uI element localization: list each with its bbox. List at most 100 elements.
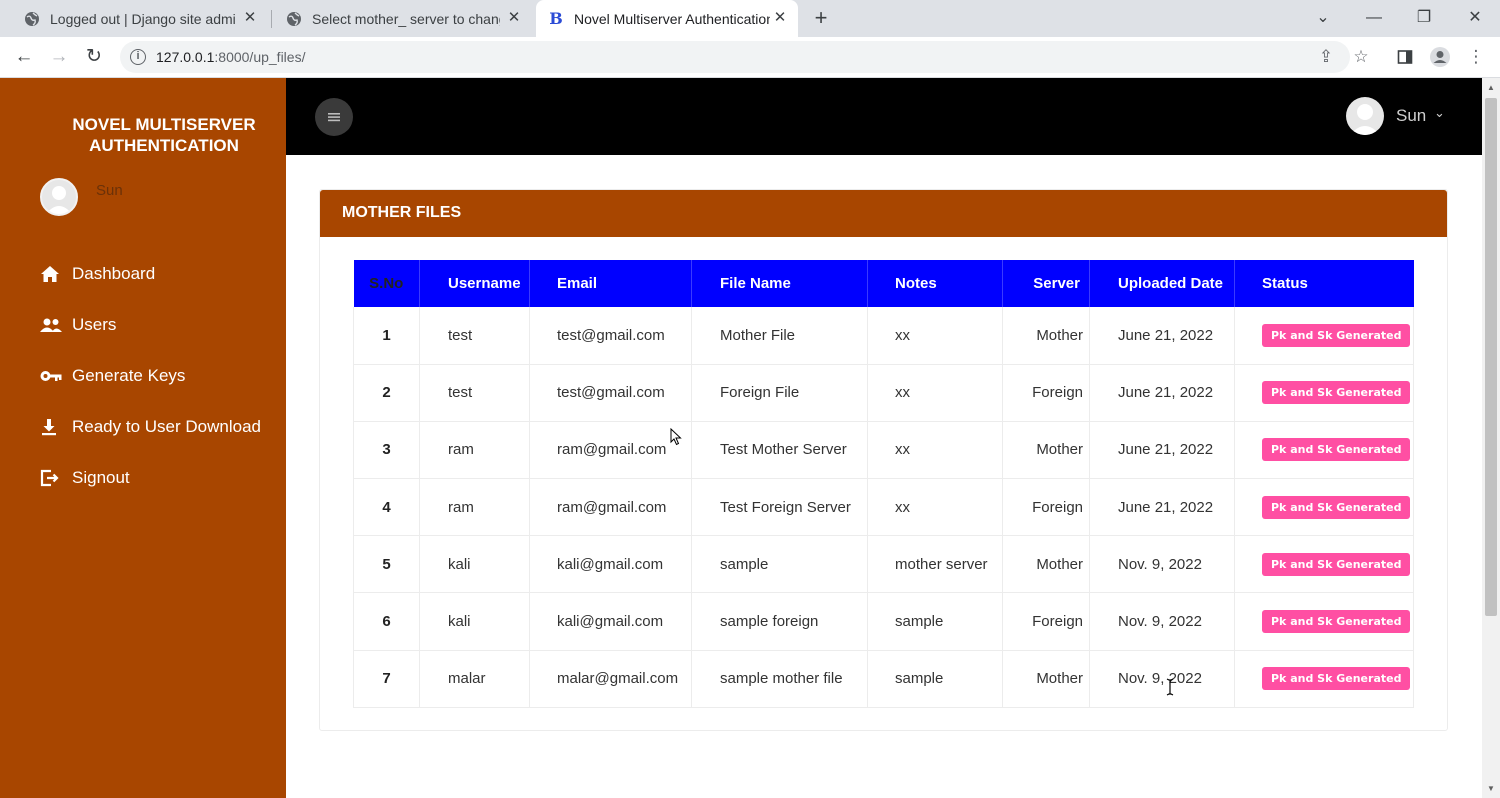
column-header: Email (529, 260, 692, 307)
cell-status: Pk and Sk Generated (1234, 478, 1414, 537)
menu-dots-icon[interactable]: ⋮ (1464, 45, 1488, 69)
close-icon[interactable]: ✕ (506, 10, 522, 26)
cell-server: Mother (1002, 650, 1090, 708)
browser-toolbar: ← → ↻ i 127.0.0.1:8000/up_files/ ⇪ ☆ ⋮ (0, 37, 1500, 78)
cell-file-name: sample mother file (691, 650, 868, 708)
scroll-thumb[interactable] (1485, 98, 1497, 616)
tab-title: Select mother_ server to change (312, 10, 500, 27)
profile-icon[interactable] (1428, 45, 1452, 69)
text-cursor-icon (1166, 678, 1174, 696)
signout-icon (40, 469, 72, 487)
cell-file-name: sample (691, 535, 868, 594)
cell-notes: xx (867, 421, 1003, 480)
header-username[interactable]: Sun (1396, 106, 1426, 126)
cell-notes: sample (867, 592, 1003, 651)
restore-icon[interactable]: ❐ (1410, 5, 1438, 31)
browser-tab[interactable]: Logged out | Django site admin ✕ (14, 0, 268, 37)
cell-uploaded-date: Nov. 9, 2022 (1089, 535, 1235, 594)
cell-sno: 6 (353, 592, 420, 651)
close-icon[interactable]: ✕ (242, 10, 258, 26)
cell-status: Pk and Sk Generated (1234, 535, 1414, 594)
forward-arrow-icon[interactable]: → (47, 45, 71, 69)
cell-username: test (419, 307, 530, 365)
cell-status: Pk and Sk Generated (1234, 307, 1414, 365)
url-text: 127.0.0.1:8000/up_files/ (156, 49, 306, 65)
cell-email: ram@gmail.com (529, 478, 692, 537)
menu-toggle-button[interactable] (315, 98, 353, 136)
close-icon[interactable]: ✕ (772, 10, 788, 26)
column-header: Username (419, 260, 530, 307)
browser-tab[interactable]: Select mother_ server to change ✕ (276, 0, 532, 37)
sidebar-item-signout[interactable]: Signout (40, 452, 286, 503)
share-icon[interactable]: ⇪ (1314, 45, 1338, 69)
cell-uploaded-date: June 21, 2022 (1089, 364, 1235, 422)
card-header: MOTHER FILES (320, 190, 1447, 237)
status-badge: Pk and Sk Generated (1262, 381, 1411, 405)
chevron-down-icon[interactable]: ⌄ (1434, 105, 1445, 121)
cell-sno: 7 (353, 650, 420, 708)
table-row: 4 ram ram@gmail.com Test Foreign Server … (353, 478, 1414, 537)
column-header: Status (1234, 260, 1414, 307)
avatar[interactable] (1346, 97, 1384, 135)
cell-sno: 3 (353, 421, 420, 480)
sidebar-item-users[interactable]: Users (40, 299, 286, 350)
sidebar-item-download[interactable]: Ready to User Download (40, 401, 286, 452)
cell-server: Mother (1002, 307, 1090, 365)
sidebar-item-label: Dashboard (72, 263, 156, 283)
cell-username: malar (419, 650, 530, 708)
table-row: 7 malar malar@gmail.com sample mother fi… (353, 650, 1414, 708)
site-info-icon[interactable]: i (130, 49, 146, 65)
cell-status: Pk and Sk Generated (1234, 592, 1414, 651)
side-panel-icon[interactable] (1393, 45, 1417, 69)
mouse-pointer-icon (670, 428, 682, 446)
cell-username: ram (419, 421, 530, 480)
tab-search-chevron-icon[interactable]: ⌄ (1309, 5, 1337, 31)
status-badge: Pk and Sk Generated (1262, 495, 1411, 519)
brand-title: NOVEL MULTISERVER AUTHENTICATION (72, 115, 256, 155)
cell-email: kali@gmail.com (529, 535, 692, 594)
cell-email: malar@gmail.com (529, 650, 692, 708)
cell-email: kali@gmail.com (529, 592, 692, 651)
page-scrollbar[interactable]: ▲ ▼ (1482, 78, 1500, 798)
reload-icon[interactable]: ↻ (82, 45, 106, 69)
column-header: S.No (353, 260, 420, 307)
sidebar: NOVEL MULTISERVER AUTHENTICATION Sun Das… (0, 78, 286, 798)
sidebar-item-label: Ready to User Download (72, 416, 261, 436)
globe-icon (24, 11, 40, 27)
page-title: MOTHER FILES (342, 204, 462, 221)
browser-tab-bar: Logged out | Django site admin ✕ Select … (0, 0, 1500, 37)
cell-uploaded-date: June 21, 2022 (1089, 307, 1235, 365)
cell-username: test (419, 364, 530, 422)
users-icon (40, 317, 72, 333)
cell-file-name: sample foreign (691, 592, 868, 651)
sidebar-item-generate-keys[interactable]: Generate Keys (40, 350, 286, 401)
sidebar-username: Sun (96, 182, 123, 199)
new-tab-button[interactable]: + (809, 6, 833, 30)
key-icon (40, 370, 72, 382)
sidebar-item-label: Signout (72, 467, 130, 487)
sidebar-item-dashboard[interactable]: Dashboard (40, 248, 286, 299)
column-header: Notes (867, 260, 1003, 307)
minimize-icon[interactable]: — (1360, 5, 1388, 31)
address-bar[interactable]: i 127.0.0.1:8000/up_files/ (120, 41, 1350, 73)
back-arrow-icon[interactable]: ← (12, 45, 36, 69)
cell-notes: xx (867, 478, 1003, 537)
scroll-down-icon[interactable]: ▼ (1487, 784, 1495, 793)
status-badge: Pk and Sk Generated (1262, 438, 1411, 462)
window-close-icon[interactable]: ✕ (1461, 5, 1489, 31)
table-row: 3 ram ram@gmail.com Test Mother Server x… (353, 421, 1414, 480)
cell-email: test@gmail.com (529, 307, 692, 365)
sidebar-item-label: Users (72, 314, 117, 334)
sidebar-item-label: Generate Keys (72, 365, 186, 385)
scroll-up-icon[interactable]: ▲ (1487, 83, 1495, 92)
cell-uploaded-date: June 21, 2022 (1089, 478, 1235, 537)
column-header: File Name (691, 260, 868, 307)
browser-tab-active[interactable]: B Novel Multiserver Authentication ✕ (536, 0, 798, 37)
column-header: Uploaded Date (1089, 260, 1235, 307)
hamburger-icon (328, 113, 340, 122)
status-badge: Pk and Sk Generated (1262, 552, 1411, 576)
star-icon[interactable]: ☆ (1349, 45, 1373, 69)
cell-server: Mother (1002, 535, 1090, 594)
table-row: 2 test test@gmail.com Foreign File xx Fo… (353, 364, 1414, 422)
tab-title: Novel Multiserver Authentication (574, 10, 770, 27)
